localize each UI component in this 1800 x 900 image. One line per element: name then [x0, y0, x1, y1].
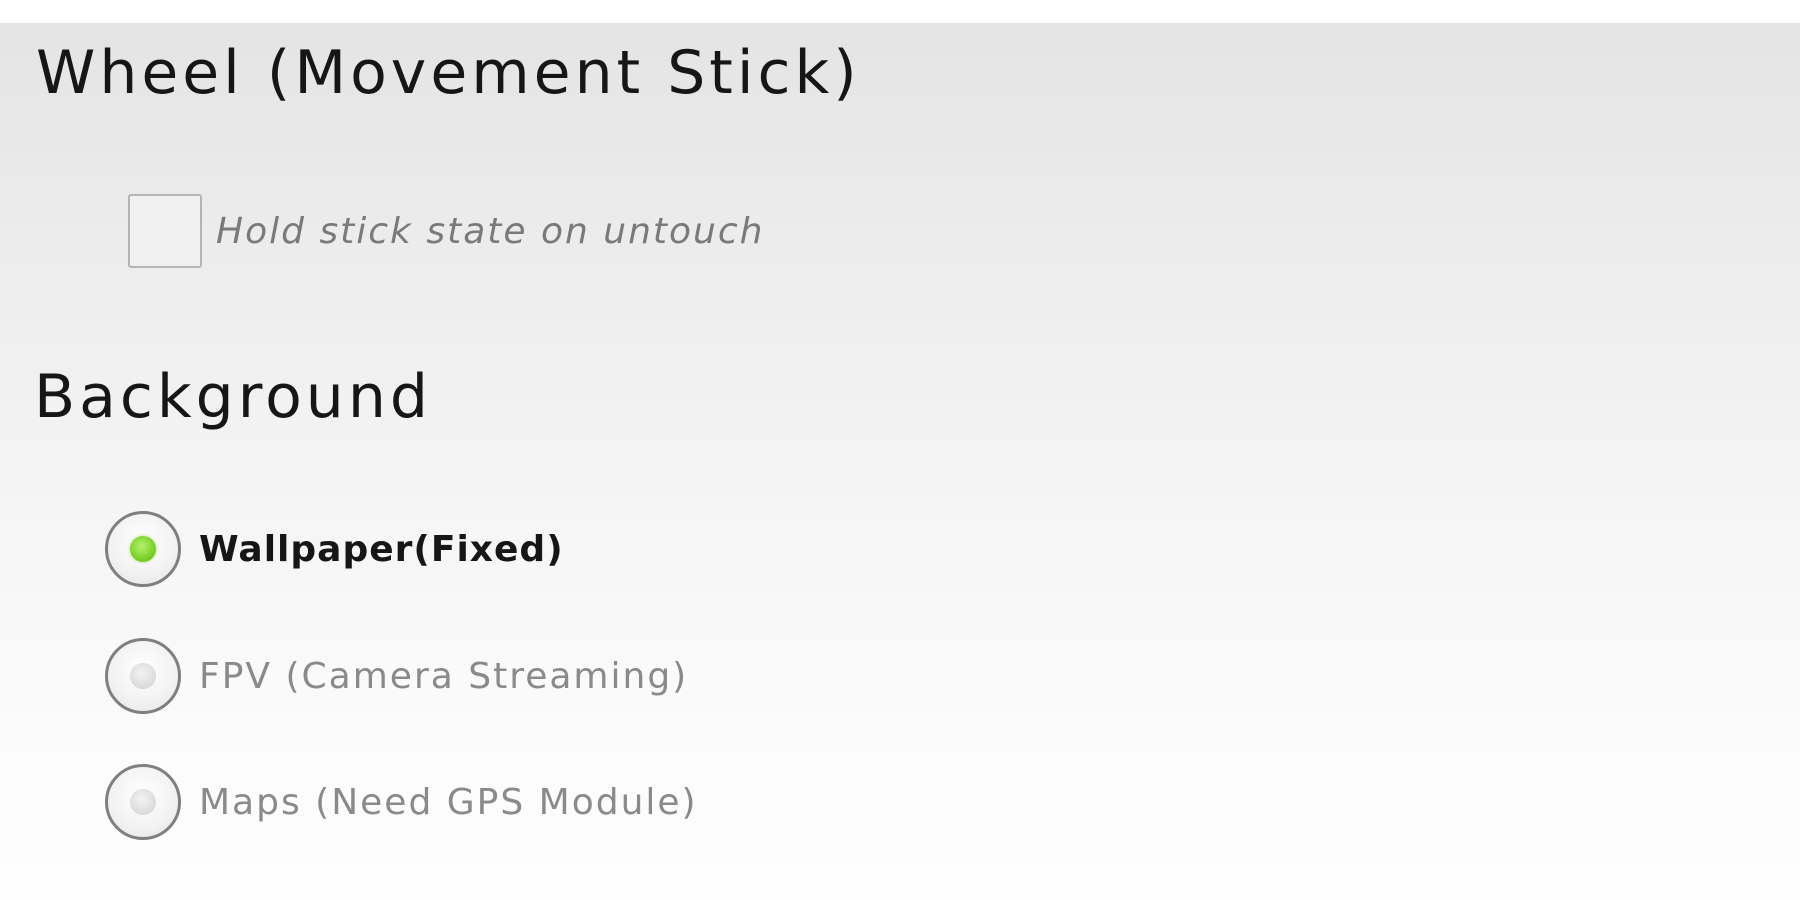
top-strip	[0, 0, 1800, 23]
hold-stick-checkbox[interactable]	[128, 194, 202, 268]
hold-stick-label[interactable]: Hold stick state on untouch	[216, 211, 764, 252]
radio-selected-dot-icon	[130, 536, 156, 562]
fpv-label[interactable]: FPV (Camera Streaming)	[199, 656, 688, 697]
wheel-section-title: Wheel (Movement Stick)	[36, 38, 861, 108]
fpv-radio[interactable]	[105, 638, 181, 714]
maps-radio[interactable]	[105, 764, 181, 840]
wallpaper-radio[interactable]	[105, 511, 181, 587]
radio-unselected-dot-icon	[130, 663, 156, 689]
hold-stick-option[interactable]: Hold stick state on untouch	[128, 194, 764, 268]
radio-unselected-dot-icon	[130, 789, 156, 815]
maps-label[interactable]: Maps (Need GPS Module)	[199, 782, 698, 823]
background-option-wallpaper[interactable]: Wallpaper(Fixed)	[105, 511, 564, 587]
wallpaper-label[interactable]: Wallpaper(Fixed)	[199, 529, 564, 570]
background-option-maps[interactable]: Maps (Need GPS Module)	[105, 764, 698, 840]
background-option-fpv[interactable]: FPV (Camera Streaming)	[105, 638, 688, 714]
background-section-title: Background	[34, 362, 432, 432]
settings-screen: Wheel (Movement Stick) Hold stick state …	[0, 0, 1800, 900]
